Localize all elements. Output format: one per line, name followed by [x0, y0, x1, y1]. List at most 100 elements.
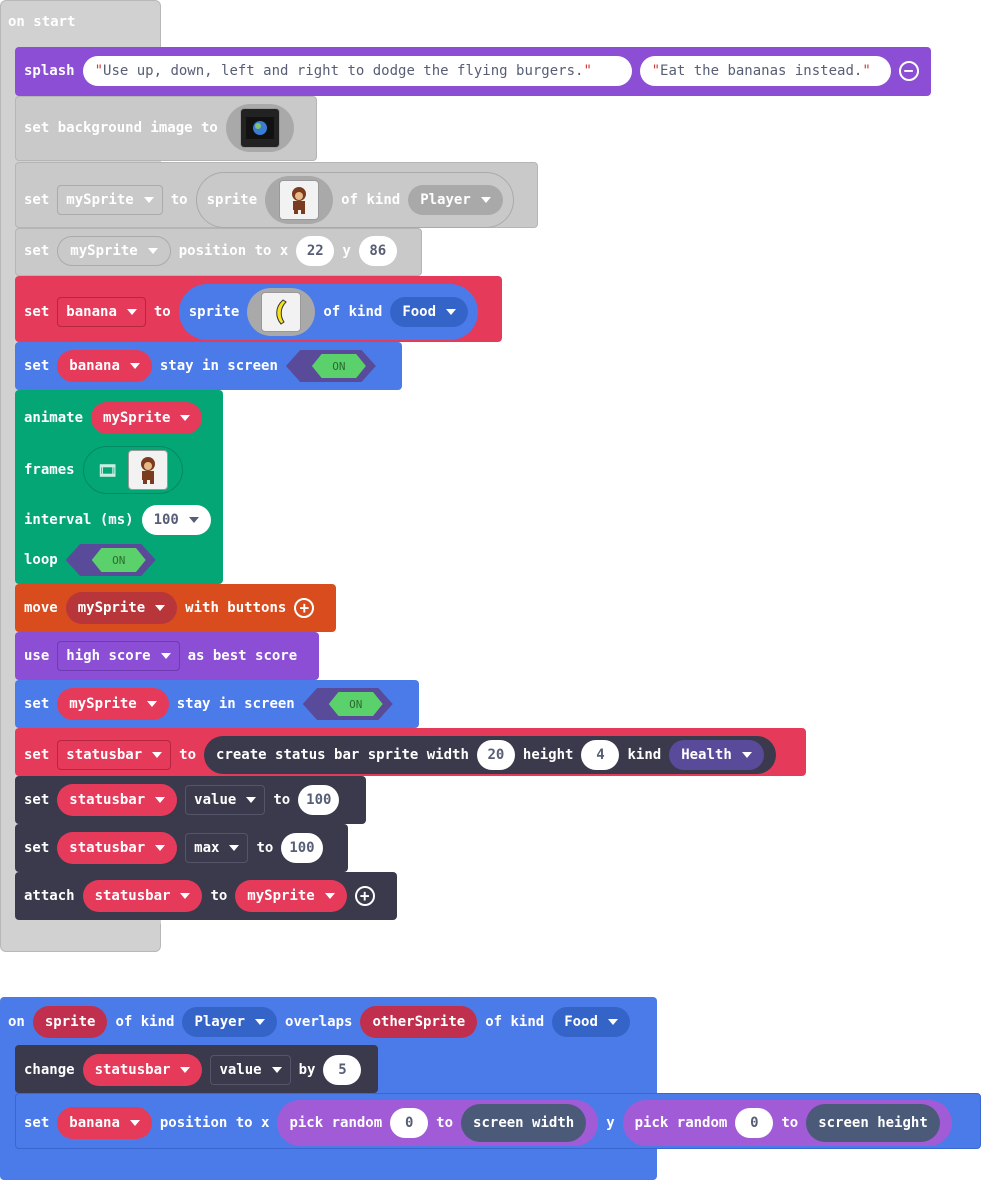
frames-slot[interactable]: 🎞 [82, 446, 183, 494]
move-label: move [24, 600, 58, 616]
random-min-input[interactable]: 0 [390, 1108, 429, 1138]
on-overlap-header-row: on sprite of kind Player overlaps otherS… [8, 1006, 630, 1038]
caret-down-icon [143, 197, 154, 203]
create-sprite-reporter[interactable]: sprite of kind Player [195, 172, 514, 228]
set-statusbar-max-row: set statusbar max to 100 [24, 832, 323, 864]
set-statusbar-row: set statusbar to create status bar sprit… [24, 736, 776, 774]
by-label: by [298, 1062, 316, 1078]
to-label: to [153, 304, 171, 320]
value-property-dropdown[interactable]: value [185, 785, 266, 815]
caret-down-icon [152, 752, 163, 758]
splash-message-1[interactable]: " Use up, down, left and right to dodge t… [82, 56, 632, 86]
other-sprite-param[interactable]: otherSprite [360, 1006, 478, 1038]
loop-label: loop [24, 552, 58, 568]
minus-circle-icon[interactable]: − [898, 61, 919, 81]
mysprite-variable-dropdown[interactable]: mySprite [65, 592, 178, 624]
pick-random-label: pick random [634, 1115, 728, 1131]
caret-down-icon [180, 893, 191, 899]
change-label: change [24, 1062, 75, 1078]
banana-stay-row: set banana stay in screen ON [24, 350, 376, 382]
height-label: height [522, 747, 574, 763]
plus-circle-icon[interactable]: + [294, 598, 315, 618]
screen-width-reporter[interactable]: screen width [461, 1104, 587, 1142]
banana-image-icon[interactable] [261, 292, 302, 332]
caret-down-icon [155, 797, 166, 803]
screen-height-reporter[interactable]: screen height [806, 1104, 940, 1142]
value-input[interactable]: 100 [298, 785, 340, 815]
stay-in-screen-label: stay in screen [176, 696, 295, 712]
loop-on-toggle[interactable]: ON [65, 544, 156, 576]
pick-random-y-reporter[interactable]: pick random 0 to screen height [622, 1100, 952, 1146]
max-property-dropdown[interactable]: max [185, 833, 249, 863]
statusbar-variable-dropdown[interactable]: statusbar [82, 1054, 203, 1086]
to-label: to [170, 192, 188, 208]
statusbar-variable-dropdown[interactable]: statusbar [57, 740, 172, 770]
sprite-image-slot[interactable] [247, 288, 316, 336]
random-min-input[interactable]: 0 [735, 1108, 774, 1138]
change-by-input[interactable]: 5 [323, 1055, 362, 1085]
mysprite-variable-dropdown[interactable]: mySprite [57, 185, 163, 215]
set-mysprite-row: set mySprite to sprite of kind Player [24, 172, 514, 228]
interval-dropdown[interactable]: 100 [141, 505, 211, 535]
sprite-param[interactable]: sprite [32, 1006, 108, 1038]
frames-label: frames [24, 462, 75, 478]
to-label: to [179, 747, 197, 763]
banana-variable-dropdown[interactable]: banana [57, 1107, 152, 1139]
with-buttons-label: with buttons [185, 600, 287, 616]
to-label: to [256, 840, 274, 856]
on-start-label: on start [8, 14, 76, 30]
plus-circle-icon[interactable]: + [354, 886, 375, 906]
kind-player-dropdown[interactable]: Player [182, 1007, 278, 1037]
banana-variable-dropdown[interactable]: banana [57, 297, 146, 327]
mysprite-variable-dropdown[interactable]: mySprite [57, 688, 169, 720]
overlaps-label: overlaps [285, 1014, 353, 1030]
on-toggle[interactable]: ON [285, 350, 376, 382]
of-kind-label: of kind [485, 1014, 545, 1030]
caret-down-icon [155, 605, 166, 611]
statusbar-variable-dropdown[interactable]: statusbar [82, 880, 203, 912]
on-label: on [8, 1014, 25, 1030]
interval-label: interval (ms) [24, 512, 134, 528]
sprite-label: sprite [206, 192, 258, 208]
high-score-dropdown[interactable]: high score [57, 641, 180, 671]
create-status-bar-reporter[interactable]: create status bar sprite width 20 height… [204, 736, 776, 774]
kind-health-dropdown[interactable]: Health [669, 740, 764, 770]
x-value-input[interactable]: 22 [296, 236, 335, 266]
kind-player-dropdown[interactable]: Player [408, 185, 503, 215]
background-image-slot[interactable] [225, 104, 294, 152]
film-icon: 🎞 [97, 460, 118, 480]
mysprite-variable-dropdown[interactable]: mySprite [91, 402, 203, 434]
mysprite-variable-dropdown[interactable]: mySprite [57, 236, 171, 266]
earth-image-icon[interactable] [239, 108, 280, 148]
create-status-bar-label: create status bar sprite width [216, 747, 469, 763]
banana-variable-dropdown[interactable]: banana [57, 350, 152, 382]
create-sprite-reporter[interactable]: sprite of kind Food [178, 284, 479, 340]
kind-food-dropdown[interactable]: Food [552, 1007, 630, 1037]
kind-food-dropdown[interactable]: Food [390, 297, 469, 327]
width-input[interactable]: 20 [476, 740, 515, 770]
pick-random-x-reporter[interactable]: pick random 0 to screen width [277, 1100, 599, 1146]
statusbar-variable-dropdown[interactable]: statusbar [57, 784, 178, 816]
statusbar-variable-dropdown[interactable]: statusbar [57, 832, 178, 864]
y-label: y [342, 243, 351, 259]
set-label: set [24, 747, 50, 763]
monkey-frame-image-icon[interactable] [127, 450, 168, 490]
splash-message-2[interactable]: " Eat the bananas instead. " [639, 56, 891, 86]
y-label: y [606, 1115, 615, 1131]
height-input[interactable]: 4 [581, 740, 620, 770]
set-background-row: set background image to [24, 104, 294, 152]
mysprite-variable-dropdown[interactable]: mySprite [235, 880, 347, 912]
set-label: set [24, 304, 50, 320]
stay-in-screen-label: stay in screen [159, 358, 278, 374]
on-toggle[interactable]: ON [302, 688, 393, 720]
set-background-label: set background image to [24, 120, 218, 136]
caret-down-icon [741, 752, 752, 758]
y-value-input[interactable]: 86 [358, 236, 397, 266]
sprite-image-slot[interactable] [265, 176, 334, 224]
caret-down-icon [126, 309, 137, 315]
max-input[interactable]: 100 [281, 833, 323, 863]
set-label: set [24, 840, 50, 856]
caret-down-icon [246, 797, 257, 803]
monkey-image-icon[interactable] [279, 180, 320, 220]
value-property-dropdown[interactable]: value [210, 1055, 291, 1085]
